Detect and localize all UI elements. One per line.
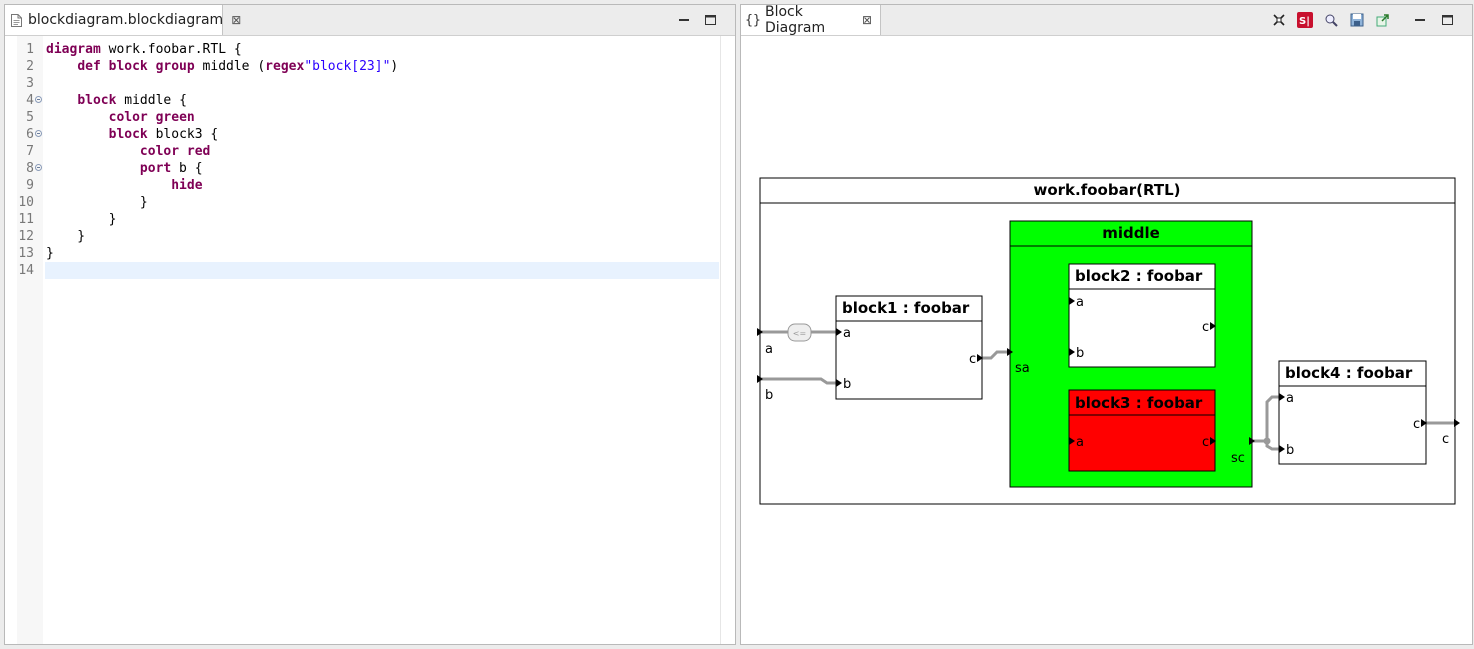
converter-label: <= (793, 329, 806, 338)
braces-icon: {} (745, 12, 761, 28)
close-icon[interactable]: ⊠ (231, 13, 241, 27)
block2-port-b: b (1076, 346, 1084, 361)
minimize-icon[interactable] (1413, 13, 1427, 27)
group-port-sa: sa (1015, 361, 1030, 376)
wire-junction (1263, 437, 1271, 445)
code-text: port b { (139, 161, 203, 176)
block-diagram-pane: {} Block Diagram ⊠ S| work.foobar(RTL) <… (740, 4, 1473, 645)
code-line[interactable]: 13} (5, 245, 735, 262)
code-text: def block group middle (regex"block[23]"… (77, 59, 399, 74)
code-text: } (46, 246, 54, 261)
fold-collapse-icon[interactable] (35, 96, 42, 103)
block4-port-b: b (1286, 443, 1294, 458)
tab-label: blockdiagram.blockdiagram (28, 12, 224, 28)
block4-port-c: c (1413, 417, 1420, 432)
line-number: 1 (26, 42, 34, 57)
tab-blockdiagram-file[interactable]: blockdiagram.blockdiagram ⊠ (5, 5, 241, 35)
code-line[interactable]: 6 block block3 { (5, 126, 735, 143)
block1-port-a: a (843, 326, 851, 341)
root-title: work.foobar(RTL) (1033, 181, 1180, 199)
code-line[interactable]: 10 } (5, 194, 735, 211)
line-number: 14 (18, 263, 34, 278)
save-image-icon[interactable] (1349, 12, 1365, 28)
minimize-icon[interactable] (677, 13, 691, 27)
block-diagram: work.foobar(RTL) <= a b c block1: fooba… (757, 177, 1460, 505)
export-icon[interactable] (1375, 12, 1391, 28)
code-line[interactable]: 4 block middle { (5, 92, 735, 109)
fit-icon[interactable] (1271, 12, 1287, 28)
block2-title: block2 : foobar (1075, 267, 1203, 285)
block3-port-a: a (1076, 435, 1084, 450)
line-number: 4 (26, 93, 34, 108)
diagram-canvas[interactable]: work.foobar(RTL) <= a b c block1: fooba… (741, 36, 1472, 644)
line-number: 11 (18, 212, 34, 227)
code-line[interactable]: 5 color green (5, 109, 735, 126)
code-line[interactable]: 1 diagram work.foobar.RTL { (5, 41, 735, 58)
code-text: block block3 { (108, 127, 219, 142)
line-number: 9 (26, 178, 34, 193)
code-line[interactable]: 12 } (5, 228, 735, 245)
block4-port-a: a (1286, 391, 1294, 406)
svg-text:S|: S| (1299, 16, 1310, 27)
editor-tabbar: blockdiagram.blockdiagram ⊠ (5, 5, 735, 36)
line-number: 6 (26, 127, 34, 142)
code-editor[interactable]: 1 diagram work.foobar.RTL {2 def block gr… (5, 36, 735, 644)
line-number: 12 (18, 229, 34, 244)
code-text: } (46, 229, 86, 244)
block4-title: block4 : foobar (1285, 364, 1413, 382)
file-icon (11, 13, 22, 27)
editor-pane: blockdiagram.blockdiagram ⊠ 1 diagram wor… (4, 4, 736, 645)
code-line[interactable]: 7 color red (5, 143, 735, 160)
line-number: 8 (26, 161, 34, 176)
block4[interactable]: block4 : foobar a b c (1278, 360, 1427, 465)
block1[interactable]: block1 : foobar a b c (835, 295, 983, 400)
maximize-icon[interactable] (703, 13, 717, 27)
block3-port-c: c (1202, 435, 1209, 450)
zoom-icon[interactable] (1323, 12, 1339, 28)
code-text: hide (171, 178, 203, 193)
line-number: 10 (18, 195, 34, 210)
sirius-icon[interactable]: S| (1297, 12, 1313, 28)
block1-port-c: c (969, 352, 976, 367)
group-port-sc: sc (1231, 451, 1245, 466)
line-number: 3 (26, 76, 34, 91)
code-text: } (46, 195, 148, 210)
fold-collapse-icon[interactable] (35, 130, 42, 137)
block3-title: block3 : foobar (1075, 394, 1203, 412)
maximize-icon[interactable] (1440, 13, 1454, 27)
code-text: diagram work.foobar.RTL { (46, 42, 242, 57)
root-port-a-label: a (765, 342, 773, 357)
block2[interactable]: block2 : foobar a b c (1068, 263, 1216, 368)
code-line[interactable]: 9 hide (5, 177, 735, 194)
block2-port-a: a (1076, 295, 1084, 310)
root-port-c-marker (1454, 419, 1460, 427)
code-line[interactable]: 3 (5, 75, 735, 92)
code-text: color red (139, 144, 211, 159)
code-text: color green (108, 110, 195, 125)
diagram-tabbar: {} Block Diagram ⊠ S| (741, 5, 1472, 36)
code-line[interactable]: 8 port b { (5, 160, 735, 177)
converter-node[interactable]: <= (787, 323, 812, 342)
root-port-c-label: c (1442, 432, 1449, 447)
code-text: block middle { (77, 93, 187, 108)
line-number: 2 (26, 59, 34, 74)
line-number: 13 (18, 246, 34, 261)
root-port-b-label: b (765, 388, 773, 403)
code-line[interactable]: 14 (5, 262, 735, 279)
close-icon[interactable]: ⊠ (862, 13, 872, 27)
block3[interactable]: block3 : foobar a c (1068, 389, 1216, 472)
block2-port-c: c (1202, 320, 1209, 335)
code-line[interactable]: 2 def block group middle (regex"block[23… (5, 58, 735, 75)
line-number: 5 (26, 110, 34, 125)
block1-port-b: b (843, 377, 851, 392)
tab-block-diagram[interactable]: {} Block Diagram ⊠ (741, 4, 881, 36)
fold-collapse-icon[interactable] (35, 164, 42, 171)
block1-title: block1 : foobar (842, 299, 970, 317)
group-title: middle (1102, 224, 1160, 242)
tab-label: Block Diagram (765, 4, 826, 36)
code-text: } (46, 212, 117, 227)
line-number: 7 (26, 144, 34, 159)
code-line[interactable]: 11 } (5, 211, 735, 228)
